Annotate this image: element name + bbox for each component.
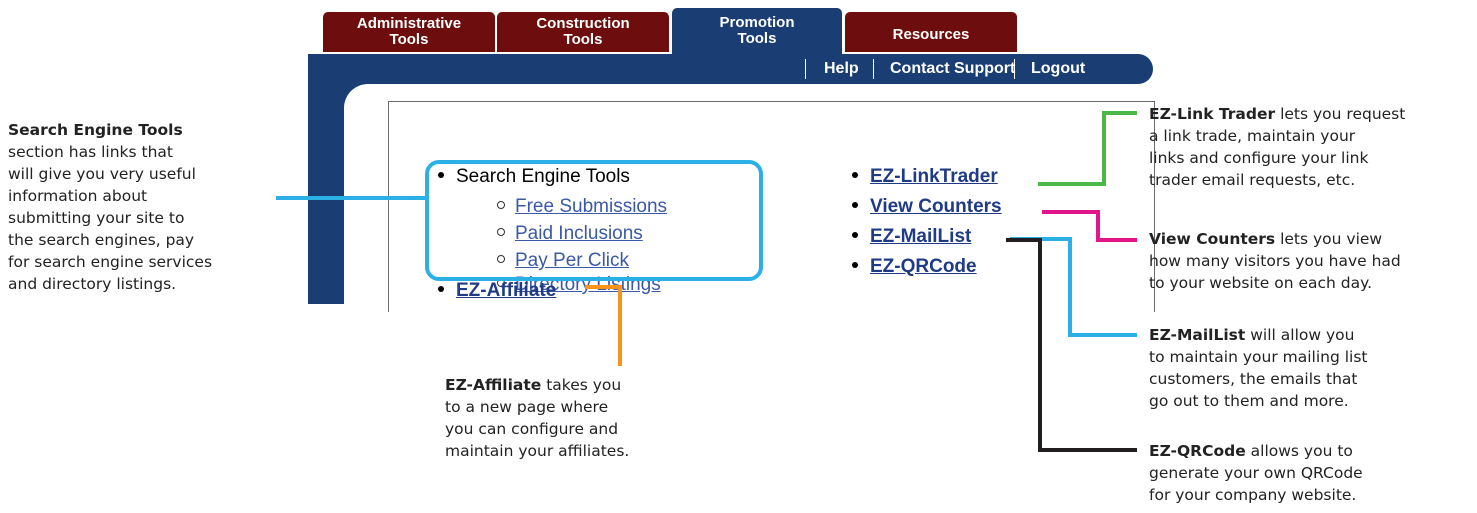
linktrader-callout-line bbox=[1038, 111, 1137, 186]
search-engine-tools-annotation: Search Engine Tools section has links th… bbox=[8, 121, 213, 293]
ez-qrcode-annotation: EZ-QRCode allows you to generate your ow… bbox=[1149, 442, 1363, 504]
counters-callout-line bbox=[1042, 210, 1137, 242]
ez-maillist-annotation: EZ-MailList will allow you to maintain y… bbox=[1149, 326, 1368, 410]
maillist-callout-line bbox=[1010, 237, 1137, 337]
view-counters-annotation: View Counters lets you view how many vis… bbox=[1149, 230, 1401, 292]
ez-linktrader-annotation: EZ-Link Trader lets you request a link t… bbox=[1149, 105, 1406, 189]
ez-affiliate-annotation: EZ-Affiliate takes you to a new page whe… bbox=[445, 376, 630, 460]
affiliate-callout-line bbox=[585, 285, 622, 366]
